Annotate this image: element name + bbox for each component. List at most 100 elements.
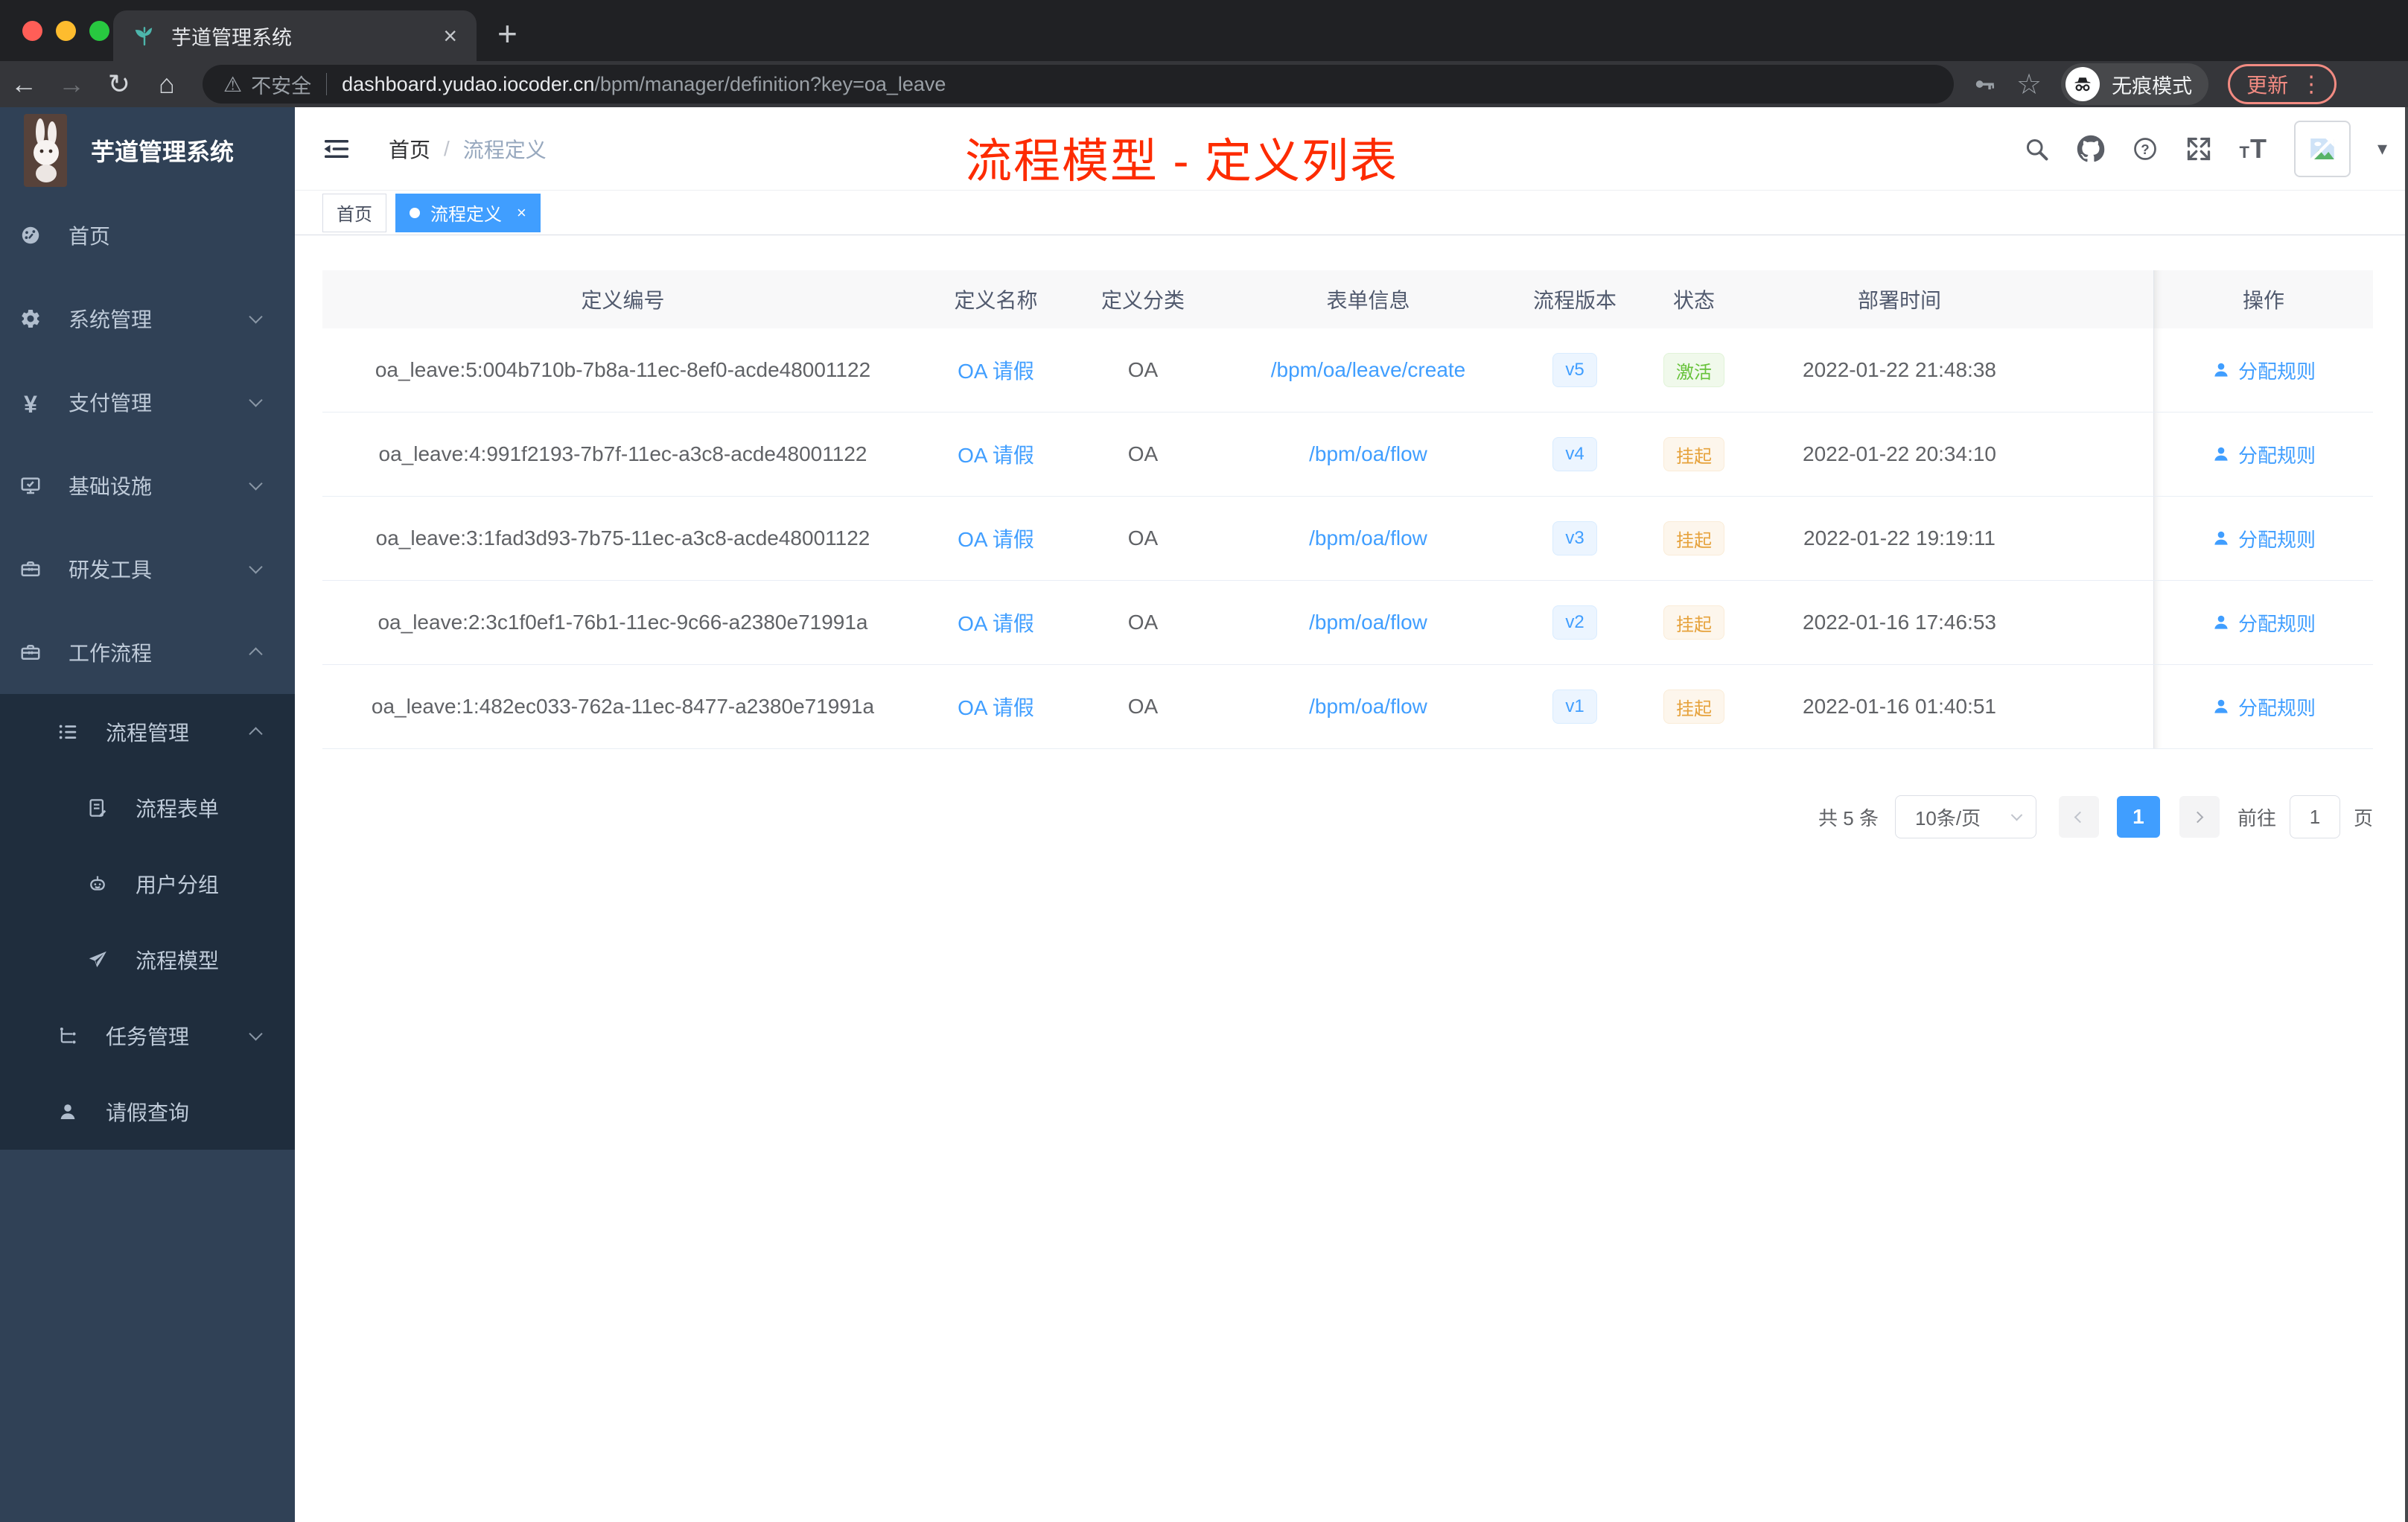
definition-name-link[interactable]: OA 请假 xyxy=(958,439,1034,469)
deploy-time: 2022-01-22 20:34:10 xyxy=(1803,442,1996,465)
user-icon xyxy=(2214,447,2228,461)
current-page-button[interactable]: 1 xyxy=(2116,796,2160,838)
logo-image xyxy=(24,114,67,187)
tag-process-definition[interactable]: 流程定义 × xyxy=(395,193,541,232)
address-bar[interactable]: ⚠ 不安全 dashboard.yudao.iocoder.cn /bpm/ma… xyxy=(203,65,1954,104)
new-tab-button[interactable]: + xyxy=(497,13,517,54)
sidebar-item-workflow[interactable]: 工作流程 xyxy=(0,611,295,694)
incognito-icon xyxy=(2065,67,2100,101)
close-window-button[interactable] xyxy=(22,21,42,41)
reload-icon[interactable]: ↻ xyxy=(95,69,143,100)
sidebar-item-label: 流程模型 xyxy=(136,949,220,972)
breadcrumb-home[interactable]: 首页 xyxy=(389,134,430,164)
chevron-left-icon xyxy=(2074,811,2086,823)
sidebar-item-label: 支付管理 xyxy=(69,392,153,415)
app-title: 芋道管理系统 xyxy=(91,138,235,165)
sidebar-item-leave-query[interactable]: 请假查询 xyxy=(0,1074,295,1150)
main-area: 流程模型 - 定义列表 首页 / 流程定义 ? TT ▾ 首页 流程定义 × 定… xyxy=(295,107,2408,1522)
sidebar-collapse-icon[interactable] xyxy=(322,134,351,164)
help-icon[interactable]: ? xyxy=(2132,136,2159,162)
definition-name-link[interactable]: OA 请假 xyxy=(958,523,1034,553)
gauge-icon xyxy=(19,224,42,246)
sidebar-item-task-mgmt[interactable]: 任务管理 xyxy=(0,998,295,1074)
fullscreen-icon[interactable] xyxy=(2185,136,2212,162)
table-header-row: 定义编号 定义名称 定义分类 表单信息 流程版本 状态 部署时间 操作 xyxy=(322,270,2373,328)
sidebar-item-infra[interactable]: 基础设施 xyxy=(0,444,295,527)
sidebar-item-devtools[interactable]: 研发工具 xyxy=(0,527,295,611)
sidebar-item-home[interactable]: 首页 xyxy=(0,194,295,277)
form-link[interactable]: /bpm/oa/flow xyxy=(1309,695,1427,719)
page-size-select[interactable]: 10条/页 xyxy=(1894,795,2036,838)
goto-page-input[interactable] xyxy=(2289,795,2340,838)
home-icon[interactable]: ⌂ xyxy=(143,69,191,100)
sidebar-item-label: 用户分组 xyxy=(136,873,220,897)
tag-home-label: 首页 xyxy=(337,205,372,225)
branch-flow-icon xyxy=(57,1025,79,1047)
update-button[interactable]: 更新 ⋮ xyxy=(2228,64,2337,104)
breadcrumb: 首页 / 流程定义 xyxy=(389,134,547,164)
tag-active-label: 流程定义 xyxy=(430,205,502,225)
assign-rule-button[interactable]: 分配规则 xyxy=(2211,525,2316,553)
definition-id: oa_leave:5:004b710b-7b8a-11ec-8ef0-acde4… xyxy=(375,358,871,381)
col-header-actions: 操作 xyxy=(2153,270,2373,328)
col-header-form: 表单信息 xyxy=(1326,289,1410,312)
assign-rule-button[interactable]: 分配规则 xyxy=(2211,357,2316,384)
definition-name-link[interactable]: OA 请假 xyxy=(958,608,1034,637)
assign-rule-button[interactable]: 分配规则 xyxy=(2211,609,2316,637)
sidebar-item-label: 基础设施 xyxy=(69,475,153,498)
browser-toolbar: ← → ↻ ⌂ ⚠ 不安全 dashboard.yudao.iocoder.cn… xyxy=(0,61,2408,107)
chevron-right-icon xyxy=(2192,811,2204,823)
tag-close-icon[interactable]: × xyxy=(517,203,526,223)
font-size-icon[interactable]: TT xyxy=(2239,133,2267,165)
monitor-icon xyxy=(19,474,42,497)
key-icon[interactable] xyxy=(1972,71,1997,97)
sidebar-item-system[interactable]: 系统管理 xyxy=(0,277,295,360)
sidebar-item-label: 工作流程 xyxy=(69,642,153,665)
form-link[interactable]: /bpm/oa/flow xyxy=(1309,526,1427,550)
form-document-icon xyxy=(86,797,109,819)
sidebar-item-label: 首页 xyxy=(69,225,111,248)
sidebar-logo[interactable]: 芋道管理系统 xyxy=(0,107,295,194)
minimize-window-button[interactable] xyxy=(56,21,76,41)
sidebar-item-process-form[interactable]: 流程表单 xyxy=(0,770,295,846)
sidebar-item-process-mgmt[interactable]: 流程管理 xyxy=(0,694,295,770)
search-icon[interactable] xyxy=(2023,136,2050,162)
tag-home[interactable]: 首页 xyxy=(322,193,386,232)
github-icon[interactable] xyxy=(2077,135,2105,163)
browser-menu-icon[interactable]: ⋮ xyxy=(2300,71,2322,98)
browser-tab[interactable]: 芋道管理系统 × xyxy=(113,10,477,61)
user-icon xyxy=(2214,363,2228,377)
url-separator xyxy=(326,73,328,95)
next-page-button[interactable] xyxy=(2179,796,2220,838)
deploy-time: 2022-01-22 21:48:38 xyxy=(1803,358,1996,381)
version-badge: v1 xyxy=(1552,690,1597,724)
sidebar-item-process-model[interactable]: 流程模型 xyxy=(0,922,295,998)
form-link[interactable]: /bpm/oa/flow xyxy=(1309,442,1427,466)
form-link[interactable]: /bpm/oa/flow xyxy=(1309,611,1427,634)
browser-tab-strip: 芋道管理系统 × + xyxy=(0,0,2408,61)
zoom-window-button[interactable] xyxy=(89,21,109,41)
deploy-time: 2022-01-16 17:46:53 xyxy=(1803,611,1996,634)
definition-category: OA xyxy=(1127,526,1159,550)
avatar-caret-icon[interactable]: ▾ xyxy=(2377,137,2387,160)
sidebar-item-payment[interactable]: ¥ 支付管理 xyxy=(0,360,295,444)
back-icon[interactable]: ← xyxy=(0,69,48,100)
assign-rule-button[interactable]: 分配规则 xyxy=(2211,441,2316,468)
forward-icon[interactable]: → xyxy=(48,69,95,100)
form-link[interactable]: /bpm/oa/leave/create xyxy=(1271,358,1466,382)
not-secure-label[interactable]: 不安全 xyxy=(251,70,311,99)
tab-close-icon[interactable]: × xyxy=(443,24,457,48)
prev-page-button[interactable] xyxy=(2058,796,2099,838)
breadcrumb-separator: / xyxy=(444,136,450,160)
sidebar-item-label: 请假查询 xyxy=(106,1101,190,1124)
window-right-edge xyxy=(2405,107,2408,1522)
col-header-category: 定义分类 xyxy=(1101,289,1185,312)
header-actions: ? TT ▾ xyxy=(2023,120,2387,177)
avatar[interactable] xyxy=(2293,120,2351,177)
definition-name-link[interactable]: OA 请假 xyxy=(958,355,1034,385)
assign-rule-button[interactable]: 分配规则 xyxy=(2211,693,2316,721)
definition-name-link[interactable]: OA 请假 xyxy=(958,692,1034,722)
sidebar-item-user-group[interactable]: 用户分组 xyxy=(0,846,295,922)
bookmark-star-icon[interactable]: ☆ xyxy=(2016,68,2042,101)
definition-category: OA xyxy=(1127,611,1159,634)
